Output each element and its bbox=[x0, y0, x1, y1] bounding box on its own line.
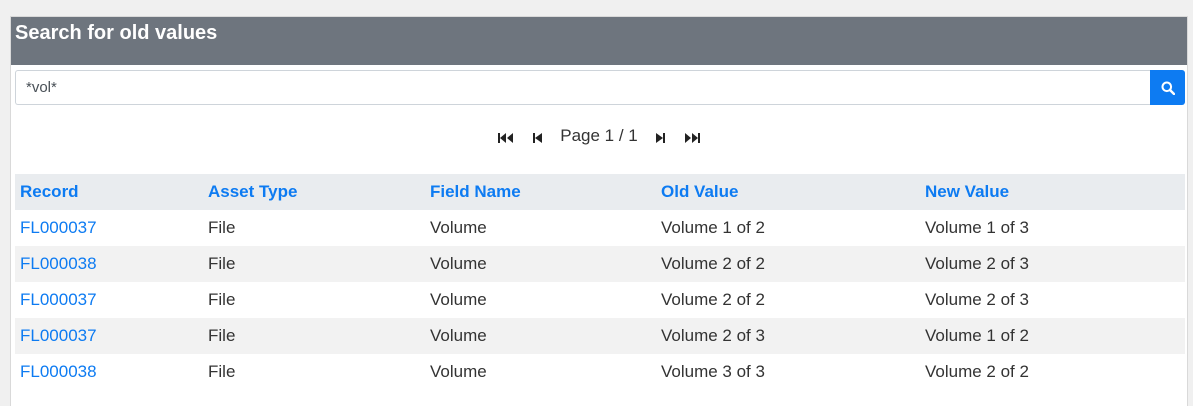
record-cell: FL000037 bbox=[15, 282, 203, 318]
prev-page-icon bbox=[533, 133, 543, 143]
old-value-cell: Volume 2 of 2 bbox=[656, 246, 920, 282]
table-row: FL000038 File Volume Volume 2 of 2 Volum… bbox=[15, 246, 1185, 282]
record-link[interactable]: FL000037 bbox=[20, 218, 97, 237]
new-value-cell: Volume 2 of 2 bbox=[925, 362, 1029, 381]
column-header-old-value[interactable]: Old Value bbox=[656, 174, 920, 210]
prev-page-button[interactable] bbox=[522, 126, 554, 150]
new-value-cell: Volume 2 of 3 bbox=[925, 290, 1029, 309]
record-link[interactable]: FL000037 bbox=[20, 326, 97, 345]
new-value-cell: Volume 1 of 3 bbox=[925, 218, 1029, 237]
search-button[interactable] bbox=[1150, 70, 1185, 105]
pagination: Page 1 / 1 bbox=[11, 125, 1187, 151]
record-link[interactable]: FL000038 bbox=[20, 254, 97, 273]
record-link[interactable]: FL000038 bbox=[20, 362, 97, 381]
record-cell: FL000038 bbox=[15, 354, 203, 390]
field-name-cell: Volume bbox=[430, 290, 487, 309]
asset-type-cell: File bbox=[203, 318, 425, 354]
column-header-asset-type[interactable]: Asset Type bbox=[203, 174, 425, 210]
table-row: FL000038 File Volume Volume 3 of 3 Volum… bbox=[15, 354, 1185, 390]
search-old-values-panel: Search for old values Page 1 / 1 bbox=[10, 16, 1188, 406]
search-icon bbox=[1161, 81, 1175, 95]
panel-title: Search for old values bbox=[11, 17, 1187, 65]
column-header-new-value[interactable]: New Value bbox=[920, 174, 1185, 210]
table-header-row: Record Asset Type Field Name Old Value N… bbox=[15, 174, 1185, 210]
field-name-cell: Volume bbox=[430, 362, 487, 381]
column-header-field-name[interactable]: Field Name bbox=[425, 174, 656, 210]
search-bar bbox=[15, 70, 1185, 105]
results-table: Record Asset Type Field Name Old Value N… bbox=[15, 174, 1185, 390]
table-row: FL000037 File Volume Volume 2 of 3 Volum… bbox=[15, 318, 1185, 354]
new-value-cell: Volume 2 of 3 bbox=[920, 246, 1185, 282]
asset-type-cell: File bbox=[208, 290, 236, 309]
record-link[interactable]: FL000037 bbox=[20, 290, 97, 309]
new-value-cell: Volume 1 of 2 bbox=[920, 318, 1185, 354]
last-page-icon bbox=[684, 133, 700, 143]
next-page-icon bbox=[655, 133, 665, 143]
field-name-cell: Volume bbox=[425, 318, 656, 354]
field-name-cell: Volume bbox=[425, 246, 656, 282]
first-page-icon bbox=[498, 133, 514, 143]
page-indicator: Page 1 / 1 bbox=[560, 126, 638, 145]
search-input[interactable] bbox=[15, 70, 1151, 105]
record-cell: FL000038 bbox=[15, 246, 203, 282]
field-name-cell: Volume bbox=[430, 218, 487, 237]
old-value-cell: Volume 1 of 2 bbox=[661, 218, 765, 237]
table-row: FL000037 File Volume Volume 2 of 2 Volum… bbox=[15, 282, 1185, 318]
old-value-cell: Volume 2 of 2 bbox=[661, 290, 765, 309]
last-page-button[interactable] bbox=[676, 126, 708, 150]
table-row: FL000037 File Volume Volume 1 of 2 Volum… bbox=[15, 210, 1185, 246]
old-value-cell: Volume 3 of 3 bbox=[661, 362, 765, 381]
next-page-button[interactable] bbox=[644, 126, 676, 150]
record-cell: FL000037 bbox=[15, 318, 203, 354]
old-value-cell: Volume 2 of 3 bbox=[656, 318, 920, 354]
asset-type-cell: File bbox=[203, 246, 425, 282]
first-page-button[interactable] bbox=[490, 126, 522, 150]
asset-type-cell: File bbox=[208, 362, 236, 381]
column-header-record[interactable]: Record bbox=[15, 174, 203, 210]
asset-type-cell: File bbox=[208, 218, 236, 237]
record-cell: FL000037 bbox=[15, 210, 203, 246]
